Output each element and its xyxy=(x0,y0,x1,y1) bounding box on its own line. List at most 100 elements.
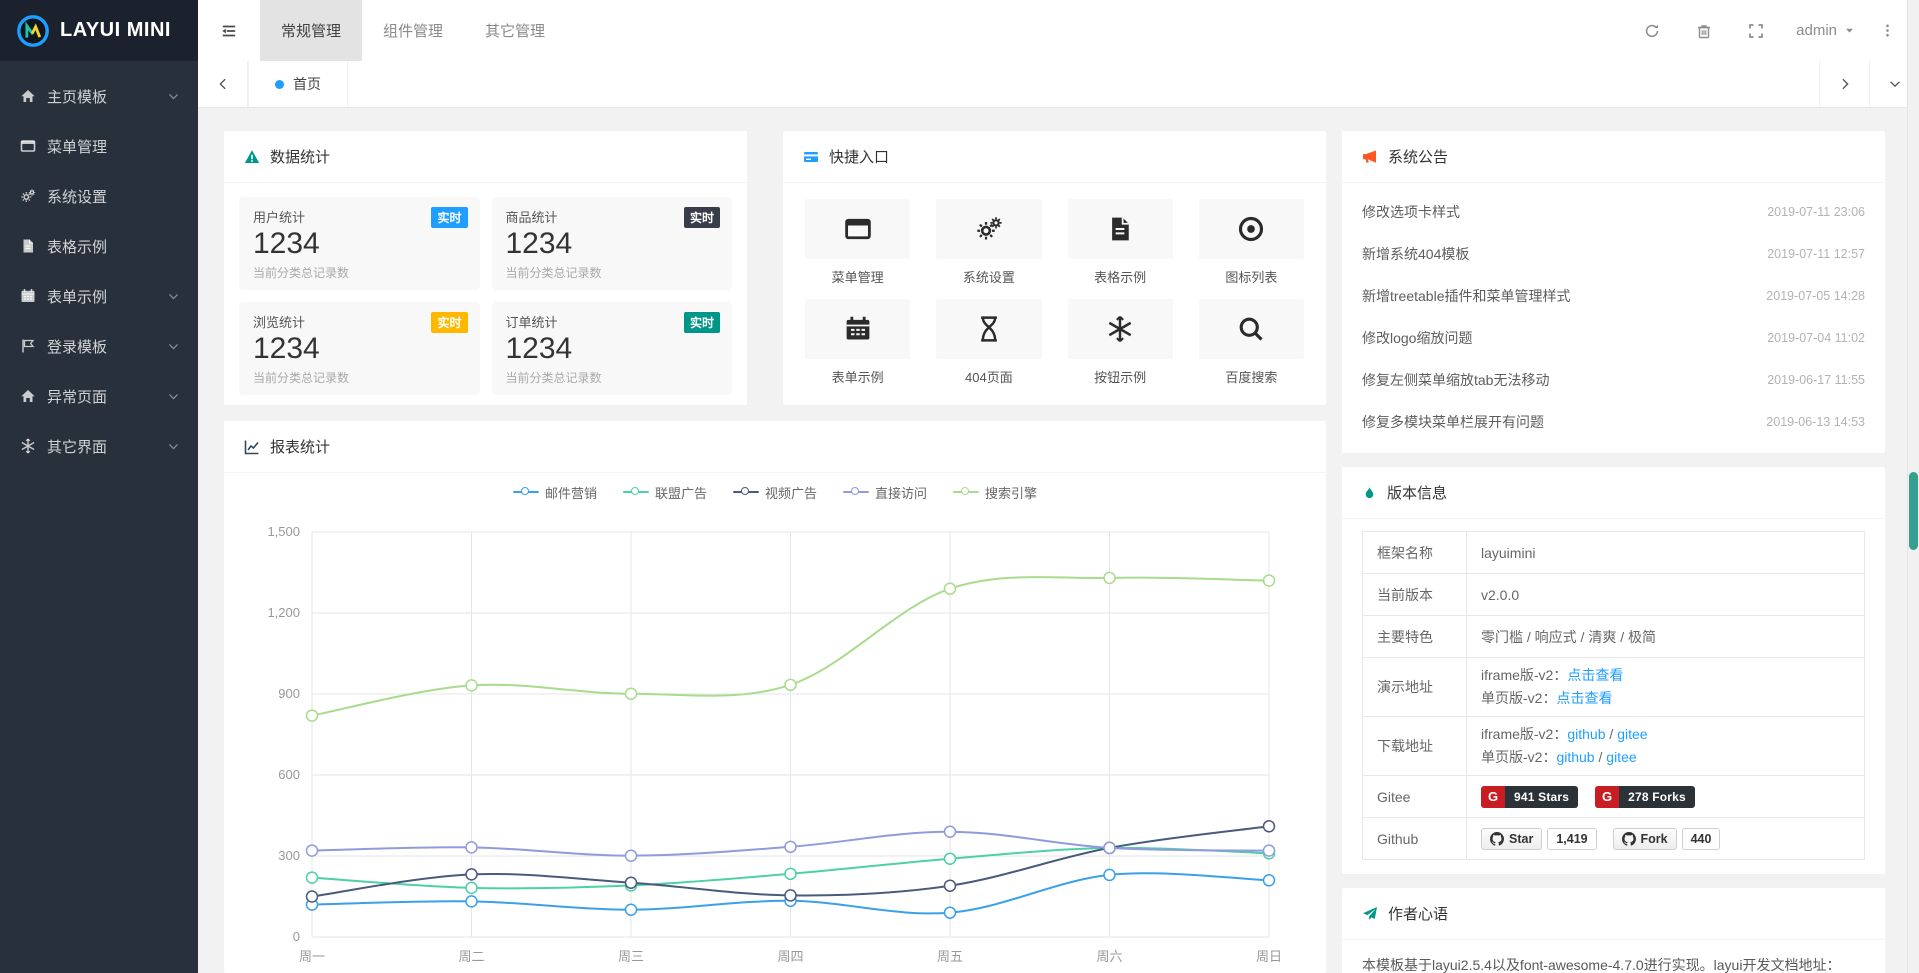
clear-cache-button[interactable] xyxy=(1678,0,1730,61)
fullscreen-icon xyxy=(1748,23,1764,39)
tab-home[interactable]: 首页 xyxy=(248,61,348,107)
legend-marker-icon xyxy=(733,487,759,497)
legend-item-video-ads[interactable]: 视频广告 xyxy=(733,483,817,502)
download-spa-gitee-link[interactable]: gitee xyxy=(1606,749,1636,765)
announcements-list: 修改选项卡样式 2019-07-11 23:06 新增系统404模板 2019-… xyxy=(1342,183,1885,443)
quick-item-404-page[interactable]: 404页面 xyxy=(936,299,1041,386)
window-icon xyxy=(20,138,36,154)
gitee-forks-badge[interactable]: G278 Forks xyxy=(1595,786,1695,808)
github-star-count[interactable]: 1,419 xyxy=(1547,828,1596,850)
main-area: 常规管理 组件管理 其它管理 admin xyxy=(198,0,1919,973)
gitee-stars-badge[interactable]: G941 Stars xyxy=(1481,786,1578,808)
stat-value: 1234 xyxy=(506,332,719,366)
demo-iframe-link[interactable]: 点击查看 xyxy=(1567,667,1623,683)
refresh-button[interactable] xyxy=(1626,0,1678,61)
more-actions-button[interactable] xyxy=(1869,0,1905,61)
legend-item-affiliate[interactable]: 联盟广告 xyxy=(623,483,707,502)
sidebar-item-menu-management[interactable]: 菜单管理 xyxy=(0,121,198,171)
announcement-item[interactable]: 修复多模块菜单栏展开有问题 2019-06-13 14:53 xyxy=(1362,401,1865,443)
announcement-item[interactable]: 新增treetable插件和菜单管理样式 2019-07-05 14:28 xyxy=(1362,275,1865,317)
sidebar-item-home-templates[interactable]: 主页模板 xyxy=(0,71,198,121)
author-words-card: 作者心语 本模板基于layui2.5.4以及font-awesome-4.7.0… xyxy=(1342,888,1885,973)
legend-item-direct[interactable]: 直接访问 xyxy=(843,483,927,502)
sidebar-item-table-examples[interactable]: 表格示例 xyxy=(0,221,198,271)
demo-spa-link[interactable]: 点击查看 xyxy=(1556,690,1612,706)
download-iframe-gitee-link[interactable]: gitee xyxy=(1617,726,1647,742)
quick-item-form-examples[interactable]: 表单示例 xyxy=(805,299,910,386)
svg-text:周四: 周四 xyxy=(777,949,803,964)
card-title: 数据统计 xyxy=(270,146,330,167)
quick-item-baidu-search[interactable]: 百度搜索 xyxy=(1199,299,1304,386)
legend-item-email[interactable]: 邮件营销 xyxy=(513,483,597,502)
announcement-item[interactable]: 修改logo缩放问题 2019-07-04 11:02 xyxy=(1362,317,1865,359)
download-iframe-github-link[interactable]: github xyxy=(1567,726,1605,742)
fullscreen-button[interactable] xyxy=(1730,0,1782,61)
github-fork-count[interactable]: 440 xyxy=(1682,828,1721,850)
announcements-header: 系统公告 xyxy=(1342,131,1885,183)
announcement-item[interactable]: 新增系统404模板 2019-07-11 12:57 xyxy=(1362,233,1865,275)
report-statistics-header: 报表统计 xyxy=(224,421,1326,473)
sidebar-item-label: 异常页面 xyxy=(47,386,107,407)
hourglass-icon xyxy=(975,315,1003,343)
scrollbar-thumb[interactable] xyxy=(1909,472,1918,550)
quick-item-label: 百度搜索 xyxy=(1199,367,1304,386)
quick-item-icon-list[interactable]: 图标列表 xyxy=(1199,199,1304,286)
sidebar-item-label: 表单示例 xyxy=(47,286,107,307)
quick-item-button-examples[interactable]: 按钮示例 xyxy=(1068,299,1173,386)
current-version-value: v2.0.0 xyxy=(1467,574,1865,616)
announcement-item[interactable]: 修复左侧菜单缩放tab无法移动 2019-06-17 11:55 xyxy=(1362,359,1865,401)
announcement-item[interactable]: 修改选项卡样式 2019-07-11 23:06 xyxy=(1362,191,1865,233)
chevron-down-icon xyxy=(1888,77,1902,91)
sidebar-item-label: 表格示例 xyxy=(47,236,107,257)
window-icon xyxy=(844,215,872,243)
left-column: 数据统计 用户统计 1234 当前分类总记录数 实时 商品统计 1234 当前分… xyxy=(224,131,1326,973)
collapse-sidebar-button[interactable] xyxy=(198,0,260,61)
header-tab-component-management[interactable]: 组件管理 xyxy=(362,0,464,61)
app-logo[interactable]: LAYUI MINI xyxy=(0,0,198,61)
page-scrollbar[interactable] xyxy=(1907,0,1919,973)
system-announcements-card: 系统公告 修改选项卡样式 2019-07-11 23:06 新增系统404模板 … xyxy=(1342,131,1885,453)
home-icon xyxy=(20,88,36,104)
legend-marker-icon xyxy=(953,487,979,497)
sidebar-item-error-pages[interactable]: 异常页面 xyxy=(0,371,198,421)
sidebar-item-other-pages[interactable]: 其它界面 xyxy=(0,421,198,471)
svg-text:1,500: 1,500 xyxy=(267,524,300,539)
stat-box-users[interactable]: 用户统计 1234 当前分类总记录数 实时 xyxy=(239,197,480,290)
stat-caption: 当前分类总记录数 xyxy=(506,264,719,281)
layui-logo-icon xyxy=(16,14,50,48)
github-fork-button[interactable]: Fork xyxy=(1613,828,1677,850)
stat-box-products[interactable]: 商品统计 1234 当前分类总记录数 实时 xyxy=(492,197,733,290)
quick-item-system-settings[interactable]: 系统设置 xyxy=(936,199,1041,286)
user-dropdown[interactable]: admin xyxy=(1782,0,1869,61)
app-title: LAYUI MINI xyxy=(60,19,171,42)
status-badge: 实时 xyxy=(431,207,467,228)
quick-item-label: 按钮示例 xyxy=(1068,367,1173,386)
card-window-icon xyxy=(803,149,819,165)
quick-item-menu-management[interactable]: 菜单管理 xyxy=(805,199,910,286)
card-title: 版本信息 xyxy=(1387,482,1447,503)
sidebar-item-login-templates[interactable]: 登录模板 xyxy=(0,321,198,371)
scroll-tabs-right-button[interactable] xyxy=(1819,61,1869,107)
table-row: 框架名称 layuimini xyxy=(1363,532,1865,574)
stat-caption: 当前分类总记录数 xyxy=(506,369,719,386)
sidebar-item-label: 主页模板 xyxy=(47,86,107,107)
github-star-button[interactable]: Star xyxy=(1481,828,1542,850)
quick-item-label: 菜单管理 xyxy=(805,267,910,286)
quick-entry-grid: 菜单管理 系统设置 表格示例 图标列表 xyxy=(783,183,1326,402)
sidebar-item-system-settings[interactable]: 系统设置 xyxy=(0,171,198,221)
tab-home-label: 首页 xyxy=(293,74,321,94)
table-row: 下载地址 iframe版-v2：github / gitee 单页版-v2：gi… xyxy=(1363,717,1865,776)
legend-item-search-engine[interactable]: 搜索引擎 xyxy=(953,483,1037,502)
scroll-tabs-left-button[interactable] xyxy=(198,61,248,107)
download-spa-github-link[interactable]: github xyxy=(1556,749,1594,765)
table-row: Gitee G941 Stars G278 Forks xyxy=(1363,776,1865,818)
sidebar-item-form-examples[interactable]: 表单示例 xyxy=(0,271,198,321)
header-tab-regular-management[interactable]: 常规管理 xyxy=(260,0,362,61)
quick-item-table-examples[interactable]: 表格示例 xyxy=(1068,199,1173,286)
gitee-icon: G xyxy=(1595,786,1619,808)
stat-box-views[interactable]: 浏览统计 1234 当前分类总记录数 实时 xyxy=(239,302,480,395)
page-content: 数据统计 用户统计 1234 当前分类总记录数 实时 商品统计 1234 当前分… xyxy=(198,108,1919,973)
header-tab-other-management[interactable]: 其它管理 xyxy=(464,0,566,61)
framework-name-value: layuimini xyxy=(1467,532,1865,574)
stat-box-orders[interactable]: 订单统计 1234 当前分类总记录数 实时 xyxy=(492,302,733,395)
